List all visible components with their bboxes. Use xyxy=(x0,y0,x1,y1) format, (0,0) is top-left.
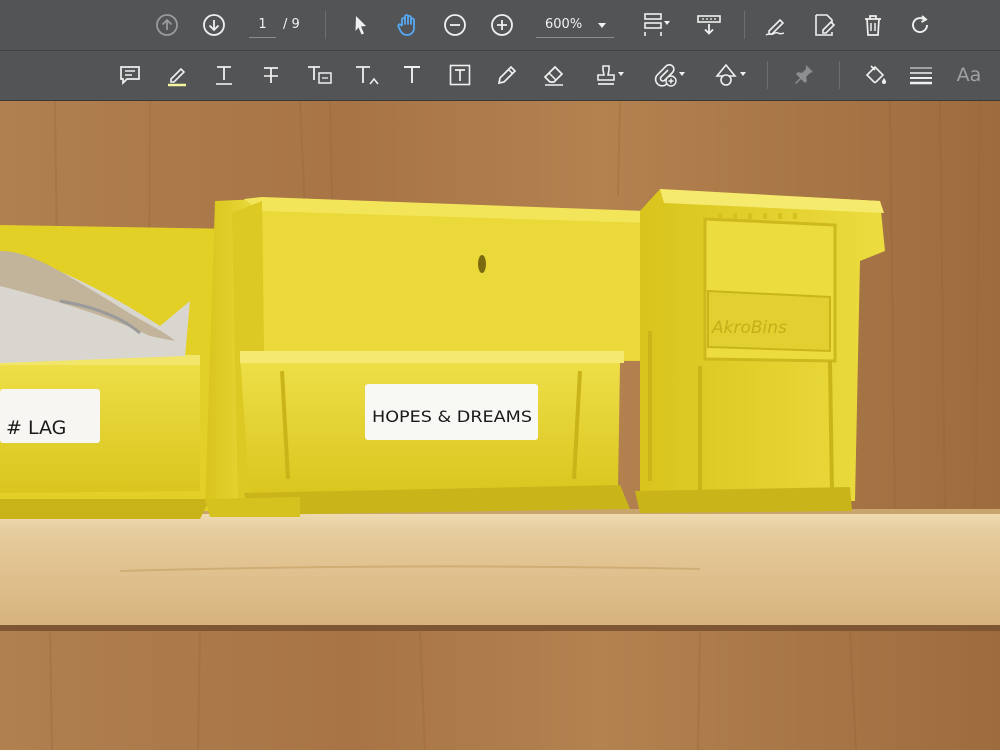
chevron-down-icon xyxy=(740,72,746,76)
text-box-icon[interactable] xyxy=(446,58,474,92)
bin-brand-emboss: AkroBins xyxy=(711,318,787,338)
highlight-icon[interactable] xyxy=(163,58,191,92)
underline-icon[interactable] xyxy=(210,58,238,92)
divider xyxy=(325,11,326,39)
attach-icon[interactable] xyxy=(645,58,685,92)
divider xyxy=(767,61,768,89)
zoom-value: 600% xyxy=(545,17,583,32)
chevron-down-icon xyxy=(679,72,685,76)
rotate-icon[interactable] xyxy=(906,8,934,42)
page-total: / 9 xyxy=(283,17,300,32)
left-bin-label-text: # LAG xyxy=(6,417,66,439)
shapes-icon[interactable] xyxy=(706,58,746,92)
stamp-icon[interactable] xyxy=(587,58,625,92)
eraser-icon[interactable] xyxy=(540,58,568,92)
center-storage-bin: HOPES & DREAMS xyxy=(205,197,650,517)
edit-pdf-icon[interactable] xyxy=(810,8,840,42)
select-pointer-icon[interactable] xyxy=(349,8,373,42)
pin-icon[interactable] xyxy=(790,58,818,92)
page-up-icon[interactable] xyxy=(153,8,181,42)
annotation-toolbar: Aa xyxy=(0,51,1000,101)
zoom-select[interactable]: 600% xyxy=(536,13,614,38)
page-layout-icon[interactable] xyxy=(636,8,670,42)
document-photo: # LAG HOPES & DREAMS AkroBins xyxy=(0,101,1000,750)
scroll-mode-icon[interactable] xyxy=(694,8,724,42)
delete-icon[interactable] xyxy=(859,8,887,42)
add-text-icon[interactable] xyxy=(398,58,426,92)
chevron-down-icon xyxy=(598,23,606,28)
sign-icon[interactable] xyxy=(763,8,791,42)
page-number-input[interactable]: 1 xyxy=(249,13,276,38)
right-storage-bin: AkroBins xyxy=(635,189,885,513)
replace-text-icon[interactable] xyxy=(304,58,334,92)
center-bin-label-text: HOPES & DREAMS xyxy=(372,407,532,426)
line-weight-icon[interactable] xyxy=(906,58,936,92)
insert-text-icon[interactable] xyxy=(352,58,382,92)
left-storage-bin: # LAG xyxy=(0,199,262,519)
chevron-down-icon xyxy=(664,21,670,25)
divider xyxy=(744,11,745,39)
comment-icon[interactable] xyxy=(116,58,144,92)
page-down-icon[interactable] xyxy=(200,8,228,42)
divider xyxy=(839,61,840,89)
main-toolbar: 1 / 9 600% xyxy=(0,0,1000,51)
zoom-out-icon[interactable] xyxy=(441,8,469,42)
strikethrough-icon[interactable] xyxy=(257,58,285,92)
font-size-icon[interactable]: Aa xyxy=(952,58,986,92)
fill-color-icon[interactable] xyxy=(860,58,890,92)
chevron-down-icon xyxy=(618,72,624,76)
shelf-shadow xyxy=(0,625,1000,631)
pencil-icon[interactable] xyxy=(493,58,521,92)
zoom-in-icon[interactable] xyxy=(488,8,516,42)
hand-tool-icon[interactable] xyxy=(393,8,423,42)
